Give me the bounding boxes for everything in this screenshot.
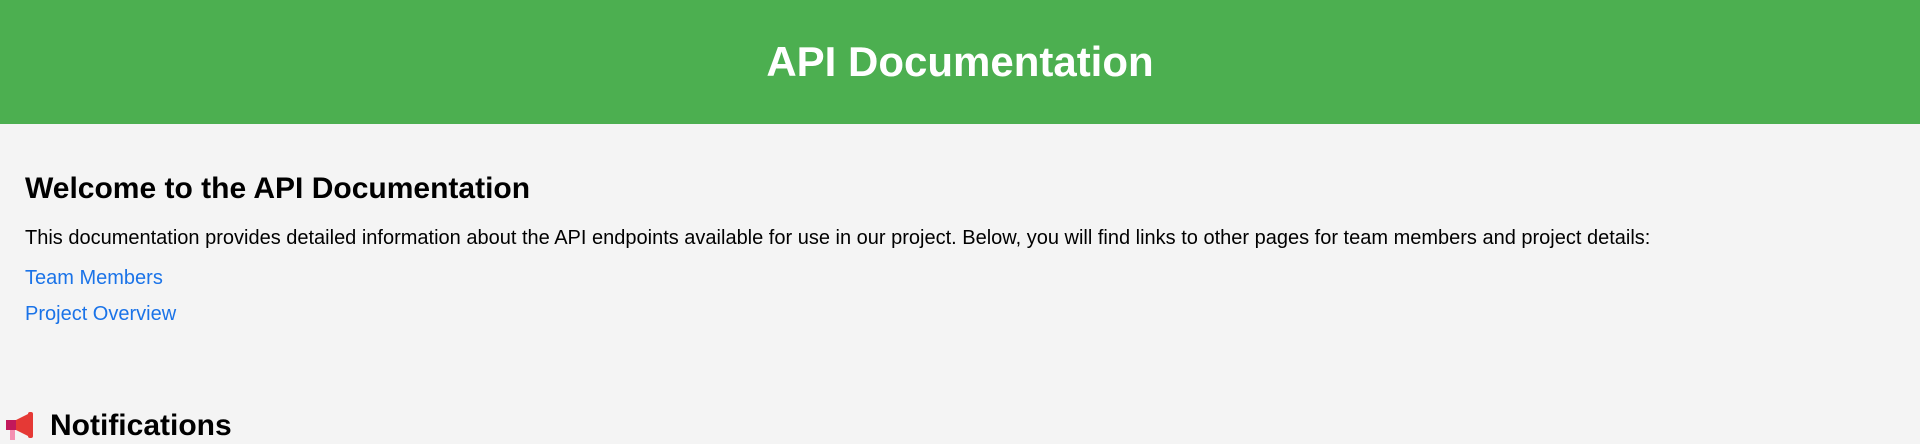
welcome-heading: Welcome to the API Documentation xyxy=(25,172,531,205)
team-members-link[interactable]: Team Members xyxy=(25,268,1895,288)
main-content: Welcome to the API Documentation This do… xyxy=(0,124,1920,325)
intro-paragraph: This documentation provides detailed inf… xyxy=(25,227,1651,249)
notifications-heading: Notifications xyxy=(50,409,232,442)
notifications-section: Notifications xyxy=(0,408,232,444)
page-header: API Documentation xyxy=(0,0,1920,124)
page-links: Team Members Project Overview xyxy=(25,268,1895,324)
megaphone-icon xyxy=(6,412,33,440)
page-title: API Documentation xyxy=(766,38,1154,85)
project-overview-link[interactable]: Project Overview xyxy=(25,304,1895,324)
